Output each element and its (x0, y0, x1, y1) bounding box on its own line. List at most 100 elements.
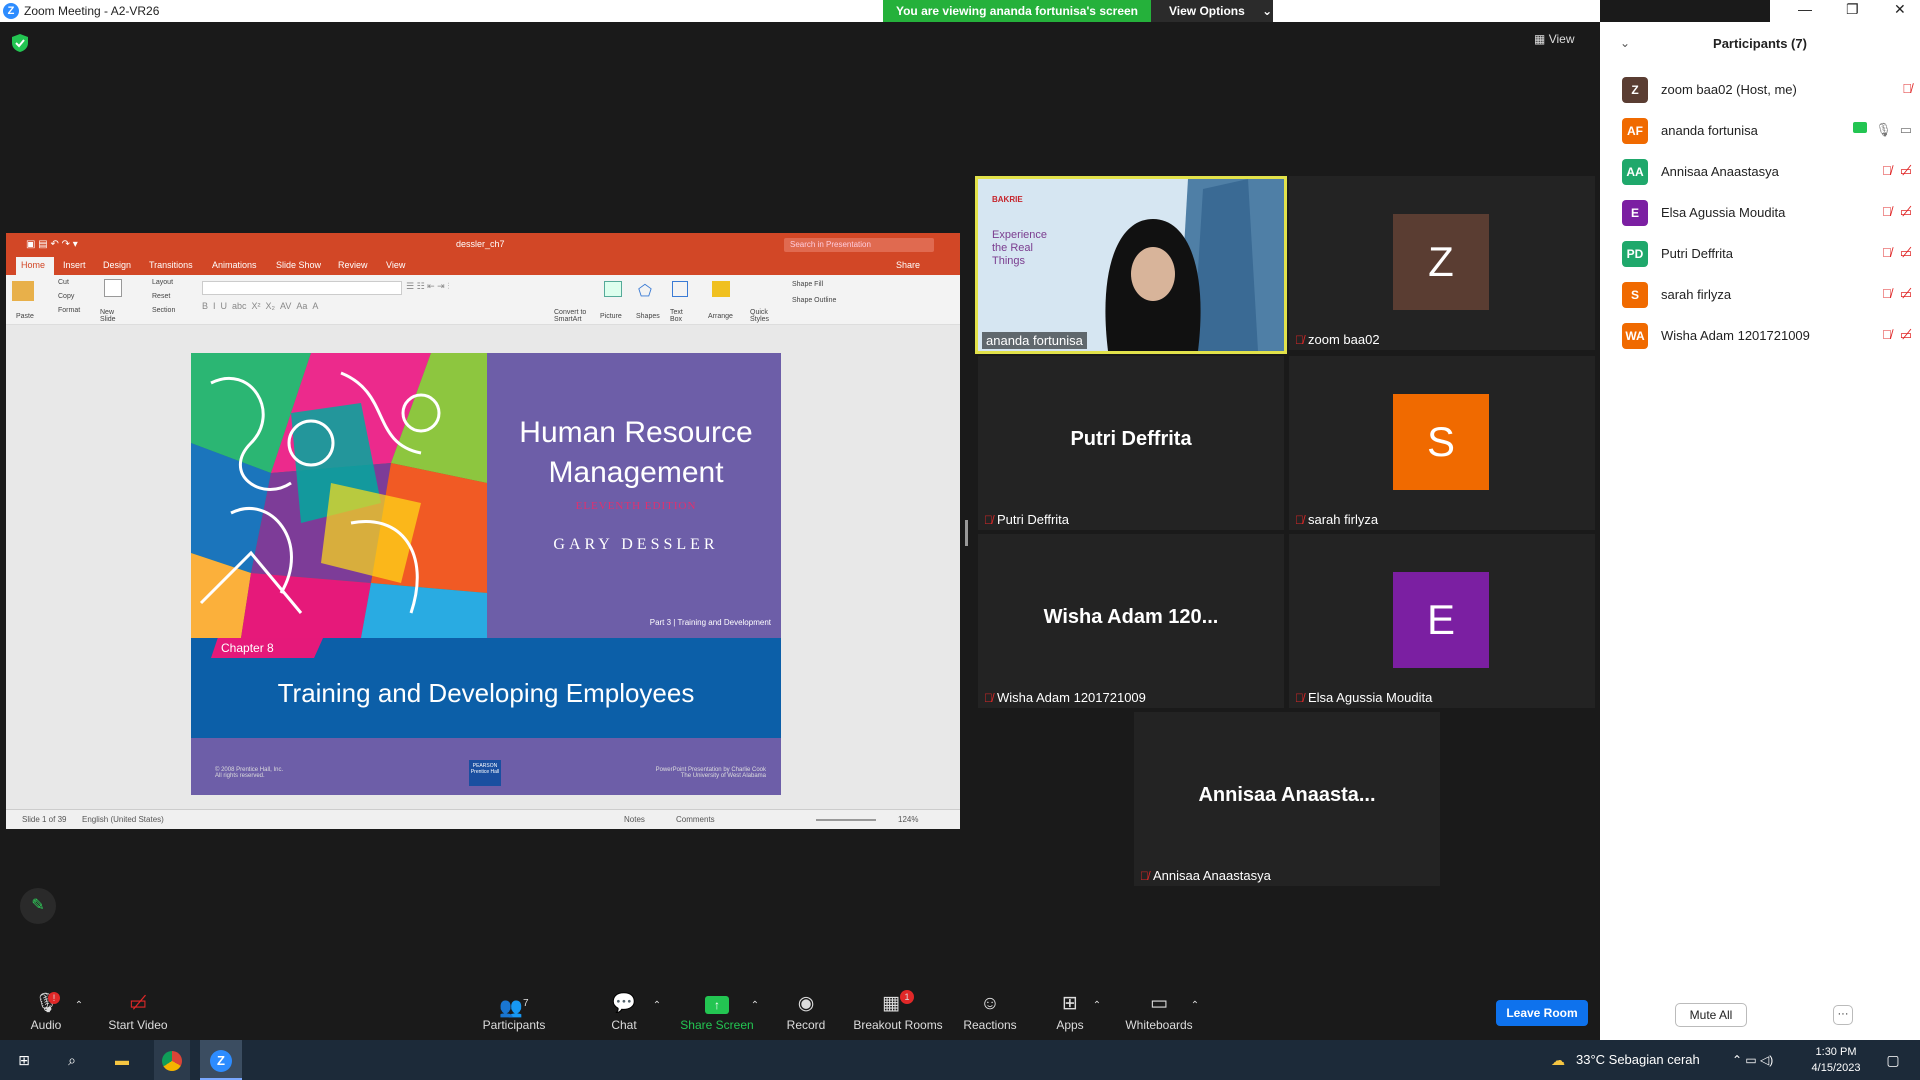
security-shield-icon[interactable] (12, 34, 28, 52)
comments-button[interactable]: Comments (676, 815, 715, 824)
mic-muted-icon[interactable]: 🎙̸ (1882, 286, 1892, 302)
tab-animations[interactable]: Animations (212, 260, 257, 270)
picture-icon[interactable] (604, 281, 622, 297)
tab-home[interactable]: Home (21, 260, 45, 270)
shape-fill-button[interactable]: Shape Fill (792, 281, 823, 288)
ppt-search-input[interactable]: Search in Presentation (784, 238, 934, 252)
file-explorer-icon[interactable]: ▬ (106, 1040, 138, 1080)
paragraph-icons[interactable]: ☰ ☷ ⇤ ⇥ ⫶ (406, 281, 449, 292)
mic-muted-icon: 🎙̸ (1140, 868, 1149, 883)
video-off-icon[interactable]: ▭̸ (1900, 204, 1912, 220)
share-screen-button[interactable]: ↑ Share Screen (680, 990, 754, 1040)
ppt-quick-access-icons[interactable]: ▣ ▤ ↶ ↷ ▾ (26, 239, 78, 250)
chrome-icon[interactable] (154, 1040, 190, 1080)
video-camera-icon[interactable]: ▭ (1900, 122, 1912, 138)
weather-icon[interactable]: ☁ (1546, 1040, 1570, 1080)
tile-name: Annisaa Anaastasya (1153, 868, 1271, 883)
chat-icon: 💬 (612, 993, 636, 1014)
mic-muted-icon[interactable]: 🎙̸ (1882, 327, 1892, 343)
more-options-button[interactable]: ··· (1833, 1005, 1853, 1025)
view-options-button[interactable]: View Options ⌄ (1151, 0, 1273, 22)
participant-row[interactable]: AA Annisaa Anaastasya 🎙̸ ▭̸ (1622, 151, 1912, 192)
text-box-icon[interactable] (672, 281, 688, 297)
search-icon[interactable]: ⌕ (56, 1040, 88, 1080)
video-tile-ananda[interactable]: BAKRIE Experience the Real Things ananda… (975, 176, 1287, 354)
mute-all-button[interactable]: Mute All (1675, 1003, 1747, 1027)
font-format-icons[interactable]: B I U abc X² X₂ AV Aa A (202, 301, 318, 311)
video-off-icon[interactable]: ▭̸ (1900, 163, 1912, 179)
video-tile-annisaa[interactable]: Annisaa Anaasta... 🎙̸ Annisaa Anaastasya (1134, 712, 1440, 886)
windows-start-icon[interactable]: ⊞ (8, 1040, 40, 1080)
tab-insert[interactable]: Insert (63, 260, 86, 270)
whiteboards-button[interactable]: ▭ Whiteboards (1124, 990, 1194, 1040)
restore-icon[interactable]: ❐ (1846, 1, 1859, 18)
video-off-icon[interactable]: ▭̸ (1900, 245, 1912, 261)
zoom-slider[interactable] (816, 819, 876, 821)
start-video-button[interactable]: ▭̸ Start Video (100, 990, 176, 1040)
video-tile-putri[interactable]: Putri Deffrita 🎙̸ Putri Deffrita (978, 356, 1284, 530)
reset-button[interactable]: Reset (152, 293, 170, 300)
apps-button[interactable]: ⊞ Apps (1054, 990, 1086, 1040)
clock-time: 1:30 PM (1815, 1046, 1857, 1058)
video-tile-wisha[interactable]: Wisha Adam 120... 🎙̸ Wisha Adam 120172100… (978, 534, 1284, 708)
video-tile-elsa[interactable]: E 🎙̸ Elsa Agussia Moudita (1289, 534, 1595, 708)
breakout-rooms-icon: ▦ 1 (852, 990, 944, 1018)
leave-room-button[interactable]: Leave Room (1496, 1000, 1588, 1026)
paste-icon[interactable] (12, 281, 34, 301)
record-button[interactable]: ◉ Record (784, 990, 828, 1040)
layout-button[interactable]: Layout (152, 279, 173, 286)
arrange-icon[interactable] (712, 281, 730, 297)
section-button[interactable]: Section (152, 307, 175, 314)
weather-text[interactable]: 33°C Sebagian cerah (1576, 1040, 1716, 1080)
tab-review[interactable]: Review (338, 260, 368, 270)
ppt-share-button[interactable]: Share (896, 260, 920, 270)
participant-row[interactable]: WA Wisha Adam 1201721009 🎙̸ ▭̸ (1622, 315, 1912, 356)
close-icon[interactable]: ✕ (1894, 1, 1906, 18)
participant-row[interactable]: AF ananda fortunisa 🎙 ▭ (1622, 110, 1912, 151)
new-slide-icon[interactable] (104, 279, 122, 297)
tab-slide-show[interactable]: Slide Show (276, 260, 321, 270)
quick-styles-button[interactable]: Quick Styles (750, 309, 780, 323)
font-family-select[interactable] (202, 281, 402, 295)
mic-muted-icon[interactable]: 🎙̸ (1882, 163, 1892, 179)
convert-smartart-button[interactable]: Convert to SmartArt (554, 309, 590, 323)
tile-display-name: Annisaa Anaasta... (1198, 784, 1376, 806)
notes-button[interactable]: Notes (624, 815, 645, 824)
split-divider-handle[interactable] (965, 520, 968, 546)
participants-button[interactable]: 👥7 Participants (478, 990, 550, 1040)
audio-button[interactable]: 🎙! Audio (20, 990, 72, 1040)
shape-outline-button[interactable]: Shape Outline (792, 297, 836, 304)
format-button[interactable]: Format (58, 307, 80, 314)
notification-icon[interactable]: ▢ (1878, 1040, 1908, 1080)
participant-name: sarah firlyza (1661, 287, 1732, 302)
participant-name: Wisha Adam 1201721009 (1661, 328, 1810, 343)
mic-icon[interactable]: 🎙 (1875, 122, 1892, 138)
tab-transitions[interactable]: Transitions (149, 260, 193, 270)
video-tile-sarah[interactable]: S 🎙̸ sarah firlyza (1289, 356, 1595, 530)
reactions-button[interactable]: ☺ Reactions (962, 990, 1018, 1040)
participant-row[interactable]: PD Putri Deffrita 🎙̸ ▭̸ (1622, 233, 1912, 274)
tile-name: Elsa Agussia Moudita (1308, 690, 1433, 705)
shapes-icon[interactable]: ⬠ (638, 281, 652, 301)
tab-view[interactable]: View (386, 260, 405, 270)
breakout-rooms-button[interactable]: ▦ 1 Breakout Rooms (852, 990, 944, 1040)
mic-muted-icon[interactable]: 🎙̸ (1882, 204, 1892, 220)
annotate-pen-icon[interactable]: ✎ (20, 888, 56, 924)
mic-muted-icon[interactable]: 🎙̸ (1902, 81, 1912, 96)
view-button[interactable]: ▦ View (1534, 32, 1584, 54)
video-off-icon[interactable]: ▭̸ (1900, 327, 1912, 343)
chat-button[interactable]: 💬 Chat (604, 990, 644, 1040)
copy-button[interactable]: Copy (58, 293, 74, 300)
shapes-label: Shapes (636, 313, 660, 320)
participant-row[interactable]: S sarah firlyza 🎙̸ ▭̸ (1622, 274, 1912, 315)
mic-muted-icon[interactable]: 🎙̸ (1882, 245, 1892, 261)
participant-row[interactable]: E Elsa Agussia Moudita 🎙̸ ▭̸ (1622, 192, 1912, 233)
tab-design[interactable]: Design (103, 260, 131, 270)
clock[interactable]: 1:30 PM 4/15/2023 (1800, 1040, 1872, 1080)
zoom-taskbar-icon[interactable]: Z (200, 1040, 242, 1080)
cut-button[interactable]: Cut (58, 279, 69, 286)
participant-row[interactable]: Z zoom baa02 (Host, me) 🎙̸ (1622, 69, 1912, 110)
video-off-icon[interactable]: ▭̸ (1900, 286, 1912, 302)
minimize-icon[interactable]: — (1798, 1, 1812, 17)
video-tile-zoom-baa02[interactable]: Z 🎙̸ zoom baa02 (1289, 176, 1595, 350)
